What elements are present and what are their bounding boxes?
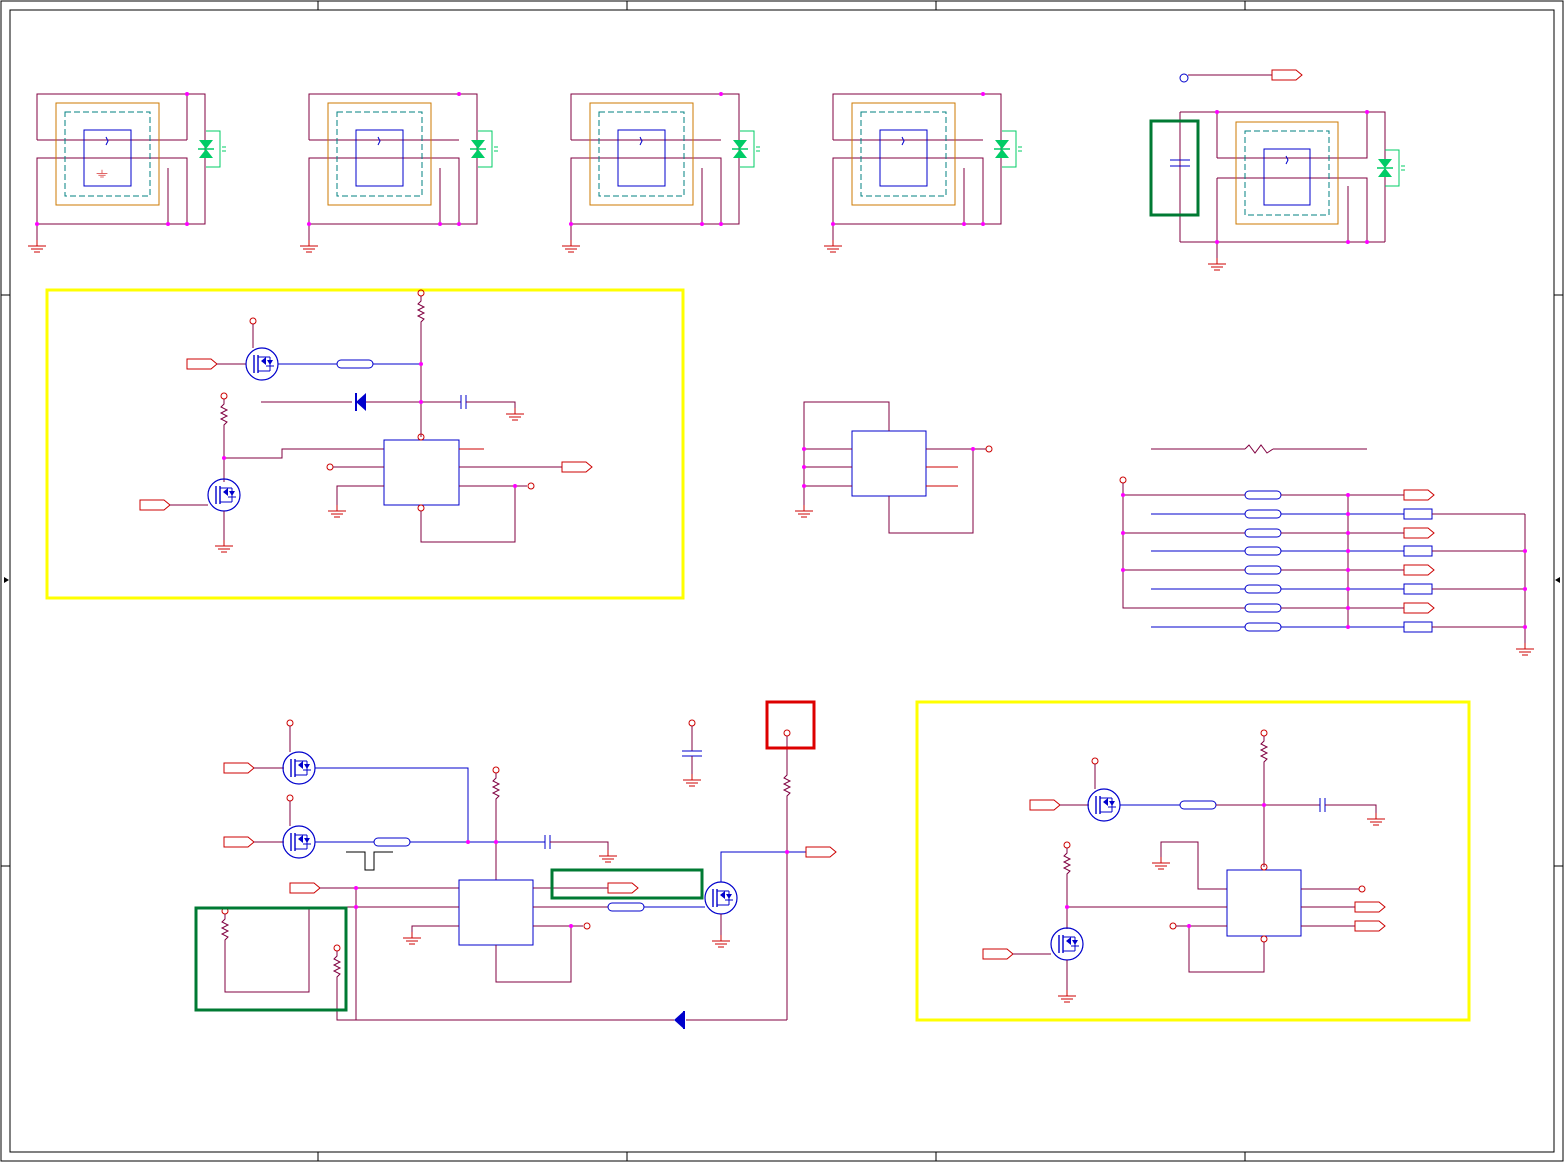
bottom-left-circuit <box>221 719 837 1029</box>
center-ic-circuit <box>794 401 993 534</box>
power-switch-circuit-2 <box>982 729 1386 1003</box>
highlight-region-power-1 <box>45 288 685 600</box>
diode-icon <box>674 1011 684 1029</box>
connector-block-2 <box>299 92 499 253</box>
signal-bus-array <box>1119 444 1535 656</box>
highlight-capacitor-box <box>1149 119 1200 217</box>
arrow-right-icon <box>1555 577 1560 583</box>
diode-icon <box>356 393 366 411</box>
connector-block-5 <box>1170 69 1406 271</box>
power-switch-circuit-1 <box>139 289 593 553</box>
highlight-resistor-pair <box>194 906 348 1012</box>
connector-block-1 <box>27 92 227 253</box>
connector-block-4 <box>823 92 1023 253</box>
arrow-left-icon <box>4 577 9 583</box>
highlight-testpoint <box>765 700 816 750</box>
schematic-sheet <box>0 0 1564 1162</box>
connector-block-3 <box>561 92 761 253</box>
